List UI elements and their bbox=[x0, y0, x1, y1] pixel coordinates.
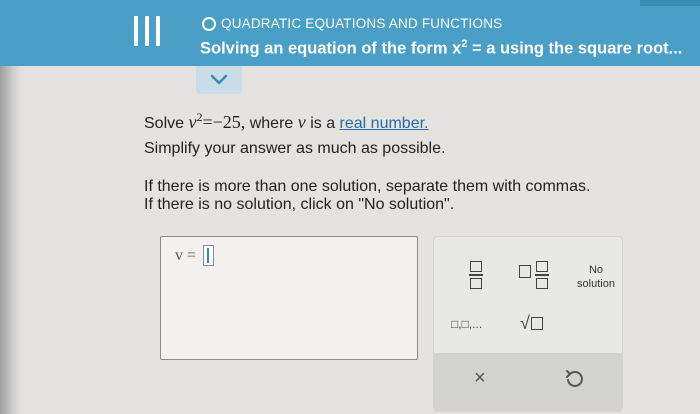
toolbar-actions: × bbox=[434, 353, 622, 411]
fraction-bar-icon bbox=[469, 274, 483, 276]
mixed-fraction-icon bbox=[535, 261, 549, 289]
header-bar: QUADRATIC EQUATIONS AND FUNCTIONS Solvin… bbox=[0, 0, 700, 66]
mixed-number-button[interactable] bbox=[519, 257, 553, 289]
simplify-instruction: Simplify your answer as much as possible… bbox=[144, 140, 446, 157]
multiple-solutions-instruction: If there is more than one solution, sepa… bbox=[144, 178, 591, 195]
expand-header-button[interactable] bbox=[196, 66, 242, 94]
clear-button[interactable]: × bbox=[474, 367, 486, 390]
whole-number-box-icon bbox=[519, 265, 531, 278]
question-prompt: Solve v2=−25, where v is a real number. bbox=[144, 106, 428, 135]
variable-inline: v bbox=[297, 112, 306, 132]
real-number-link[interactable]: real number. bbox=[340, 115, 429, 132]
answer-label: v = bbox=[175, 247, 197, 264]
no-solution-line1: No bbox=[588, 264, 604, 276]
topic-label: QUADRATIC EQUATIONS AND FUNCTIONS bbox=[221, 16, 503, 31]
chevron-down-icon bbox=[210, 74, 228, 85]
menu-button[interactable] bbox=[134, 16, 160, 46]
mixed-bar-icon bbox=[535, 274, 549, 276]
fraction-numerator-icon bbox=[470, 261, 482, 272]
menu-bar-icon bbox=[134, 16, 138, 46]
equation-rest: =−25, bbox=[202, 112, 246, 132]
where-text: where bbox=[245, 115, 298, 132]
menu-bar-icon bbox=[145, 16, 149, 46]
answer-input-field[interactable] bbox=[203, 245, 214, 266]
list-button[interactable]: □,□,... bbox=[451, 317, 482, 331]
mixed-denominator-icon bbox=[536, 277, 548, 289]
header-accent-strip bbox=[640, 0, 700, 6]
fraction-denominator-icon bbox=[470, 277, 482, 289]
solve-word: Solve bbox=[144, 115, 189, 132]
title-suffix: = a using the square root... bbox=[467, 39, 683, 58]
math-toolbar: No solution □,□,... √ × bbox=[433, 236, 623, 412]
solution-instructions: If there is more than one solution, sepa… bbox=[144, 178, 590, 214]
sqrt-box-icon bbox=[530, 317, 543, 330]
mixed-numerator-icon bbox=[536, 261, 548, 272]
answer-input-area[interactable]: v = bbox=[160, 236, 418, 360]
sqrt-button[interactable]: √ bbox=[520, 313, 543, 334]
undo-icon bbox=[566, 370, 583, 387]
fraction-button[interactable] bbox=[469, 261, 483, 289]
sqrt-icon: √ bbox=[520, 313, 530, 333]
title-prefix: Solving an equation of the form x bbox=[200, 39, 462, 58]
equation: v2=−25, bbox=[188, 110, 246, 132]
menu-bar-icon bbox=[156, 16, 160, 46]
no-solution-instruction: If there is no solution, click on "No so… bbox=[144, 196, 455, 213]
undo-button[interactable] bbox=[564, 369, 584, 394]
no-solution-line2: solution bbox=[577, 278, 615, 290]
lesson-title: Solving an equation of the form x2 = a u… bbox=[200, 38, 682, 59]
no-solution-button[interactable]: No solution bbox=[572, 263, 620, 291]
is-a-text: is a bbox=[305, 115, 340, 132]
topic-circle-icon bbox=[202, 17, 216, 31]
